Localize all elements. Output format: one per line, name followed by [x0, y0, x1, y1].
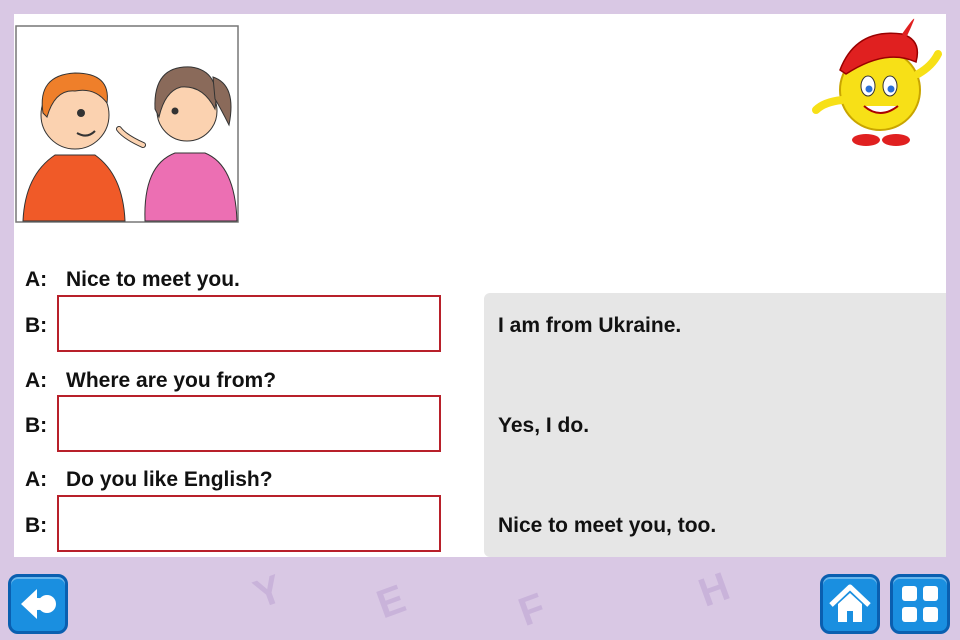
dialogue-line: Do you like English? — [66, 468, 273, 491]
answer-drop-box-2[interactable] — [57, 395, 441, 452]
speaker-label: A: — [25, 369, 48, 392]
menu-button[interactable] — [890, 574, 950, 634]
background-letter: Y — [248, 566, 289, 618]
smiley-mascot-icon — [812, 18, 942, 146]
grid-menu-icon — [902, 586, 938, 622]
speaker-label: B: — [25, 414, 48, 437]
dialogue-line: Nice to meet you. — [66, 268, 240, 291]
speaker-label: B: — [25, 314, 48, 337]
background-letter: H — [693, 564, 736, 616]
dialogue-line: Where are you from? — [66, 369, 277, 392]
back-arrow-icon — [21, 589, 56, 619]
answer-option[interactable]: Yes, I do. — [498, 414, 589, 438]
answer-drop-box-3[interactable] — [57, 495, 441, 552]
speaker-label: B: — [25, 514, 48, 537]
home-button[interactable] — [820, 574, 880, 634]
answer-option[interactable]: Nice to meet you, too. — [498, 514, 716, 538]
back-button[interactable] — [8, 574, 68, 634]
background-letter: F — [513, 585, 552, 635]
answer-drop-box-1[interactable] — [57, 295, 441, 352]
answer-option[interactable]: I am from Ukraine. — [498, 314, 681, 338]
background-letter: E — [371, 576, 412, 628]
speaker-label: A: — [25, 268, 48, 291]
kids-illustration — [15, 25, 239, 223]
speaker-label: A: — [25, 468, 48, 491]
home-icon — [829, 584, 871, 622]
